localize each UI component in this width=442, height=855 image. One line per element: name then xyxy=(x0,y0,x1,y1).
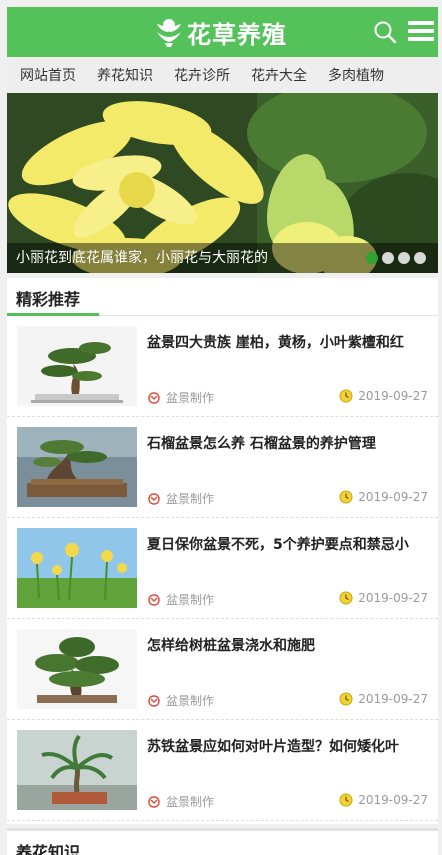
article-title[interactable]: 怎样给树桩盆景浇水和施肥 xyxy=(147,635,431,655)
article-category[interactable]: 盆景制作 xyxy=(147,389,214,406)
article-date: 2019-09-27 xyxy=(339,389,428,403)
clock-icon xyxy=(339,692,353,706)
flower-field-image xyxy=(17,528,137,608)
knowledge-section: 养花知识 xyxy=(7,828,438,855)
bonsai-image xyxy=(17,629,137,709)
bonsai-image xyxy=(17,427,137,507)
article-category[interactable]: 盆景制作 xyxy=(147,692,214,709)
article-thumbnail[interactable] xyxy=(17,730,137,810)
nav-item-flower-knowledge[interactable]: 养花知识 xyxy=(97,65,153,85)
section-title: 养花知识 xyxy=(16,843,81,855)
recommend-section: 精彩推荐 盆景四大贵族 崖柏，黄杨，小叶紫檀和红 盆景制作 2019-09-27… xyxy=(7,278,438,824)
article-title[interactable]: 石榴盆景怎么养 石榴盆景的养护管理 xyxy=(147,433,431,453)
banner-slider[interactable]: 小丽花到底花属谁家，小丽花与大丽花的 xyxy=(7,93,438,273)
main-nav: 网站首页 养花知识 花卉诊所 花卉大全 多肉植物 xyxy=(7,57,438,93)
article-item[interactable]: 石榴盆景怎么养 石榴盆景的养护管理 盆景制作 2019-09-27 xyxy=(7,417,438,518)
nav-item-succulents[interactable]: 多肉植物 xyxy=(328,65,384,85)
article-thumbnail[interactable] xyxy=(17,629,137,709)
section-title: 精彩推荐 xyxy=(16,290,81,309)
article-item[interactable]: 盆景四大贵族 崖柏，黄杨，小叶紫檀和红 盆景制作 2019-09-27 xyxy=(7,316,438,417)
article-thumbnail[interactable] xyxy=(17,528,137,608)
article-date: 2019-09-27 xyxy=(339,793,428,807)
article-item[interactable]: 怎样给树桩盆景浇水和施肥 盆景制作 2019-09-27 xyxy=(7,619,438,720)
slider-dot-1[interactable] xyxy=(366,252,378,264)
article-category[interactable]: 盆景制作 xyxy=(147,591,214,608)
section-header: 精彩推荐 xyxy=(7,278,438,316)
article-category[interactable]: 盆景制作 xyxy=(147,793,214,810)
top-header: 花草养殖 xyxy=(7,7,438,57)
article-title[interactable]: 盆景四大贵族 崖柏，黄杨，小叶紫檀和红 xyxy=(147,332,431,352)
category-label: 盆景制作 xyxy=(166,795,215,809)
article-item[interactable]: 苏铁盆景应如何对叶片造型？如何矮化叶 盆景制作 2019-09-27 xyxy=(7,720,438,821)
site-logo[interactable]: 花草养殖 xyxy=(153,15,287,49)
article-category[interactable]: 盆景制作 xyxy=(147,490,214,507)
date-label: 2019-09-27 xyxy=(358,692,428,706)
clock-icon xyxy=(339,389,353,403)
category-icon xyxy=(148,795,160,808)
article-item[interactable]: 夏日保你盆景不死，5个养护要点和禁忌小 盆景制作 2019-09-27 xyxy=(7,518,438,619)
article-date: 2019-09-27 xyxy=(339,692,428,706)
cycad-bonsai-image xyxy=(17,730,137,810)
bonsai-image xyxy=(17,326,137,406)
slider-dot-4[interactable] xyxy=(414,252,426,264)
lotus-logo-icon xyxy=(157,19,181,47)
article-title[interactable]: 夏日保你盆景不死，5个养护要点和禁忌小 xyxy=(147,534,431,554)
article-date: 2019-09-27 xyxy=(339,490,428,504)
category-icon xyxy=(148,492,160,505)
slider-dots xyxy=(366,252,426,264)
article-title[interactable]: 苏铁盆景应如何对叶片造型？如何矮化叶 xyxy=(147,736,431,756)
nav-item-flower-encyclopedia[interactable]: 花卉大全 xyxy=(251,65,307,85)
category-icon xyxy=(148,694,160,707)
slider-dot-2[interactable] xyxy=(382,252,394,264)
category-label: 盆景制作 xyxy=(166,593,215,607)
menu-icon[interactable] xyxy=(408,19,434,43)
date-label: 2019-09-27 xyxy=(358,490,428,504)
date-label: 2019-09-27 xyxy=(358,389,428,403)
date-label: 2019-09-27 xyxy=(358,793,428,807)
date-label: 2019-09-27 xyxy=(358,591,428,605)
category-label: 盆景制作 xyxy=(166,492,215,506)
category-icon xyxy=(148,593,160,606)
nav-item-flower-clinic[interactable]: 花卉诊所 xyxy=(174,65,230,85)
search-icon[interactable] xyxy=(373,20,397,44)
logo-text: 花草养殖 xyxy=(187,19,287,49)
category-icon xyxy=(148,391,160,404)
page: 花草养殖 网站首页 养花知识 花卉诊所 花卉大全 多肉植物 小丽花到底花属谁家，… xyxy=(0,0,442,855)
slider-dot-3[interactable] xyxy=(398,252,410,264)
article-thumbnail[interactable] xyxy=(17,427,137,507)
category-label: 盆景制作 xyxy=(166,694,215,708)
clock-icon xyxy=(339,793,353,807)
article-date: 2019-09-27 xyxy=(339,591,428,605)
article-thumbnail[interactable] xyxy=(17,326,137,406)
clock-icon xyxy=(339,490,353,504)
nav-item-home[interactable]: 网站首页 xyxy=(20,65,76,85)
category-label: 盆景制作 xyxy=(166,391,215,405)
clock-icon xyxy=(339,591,353,605)
